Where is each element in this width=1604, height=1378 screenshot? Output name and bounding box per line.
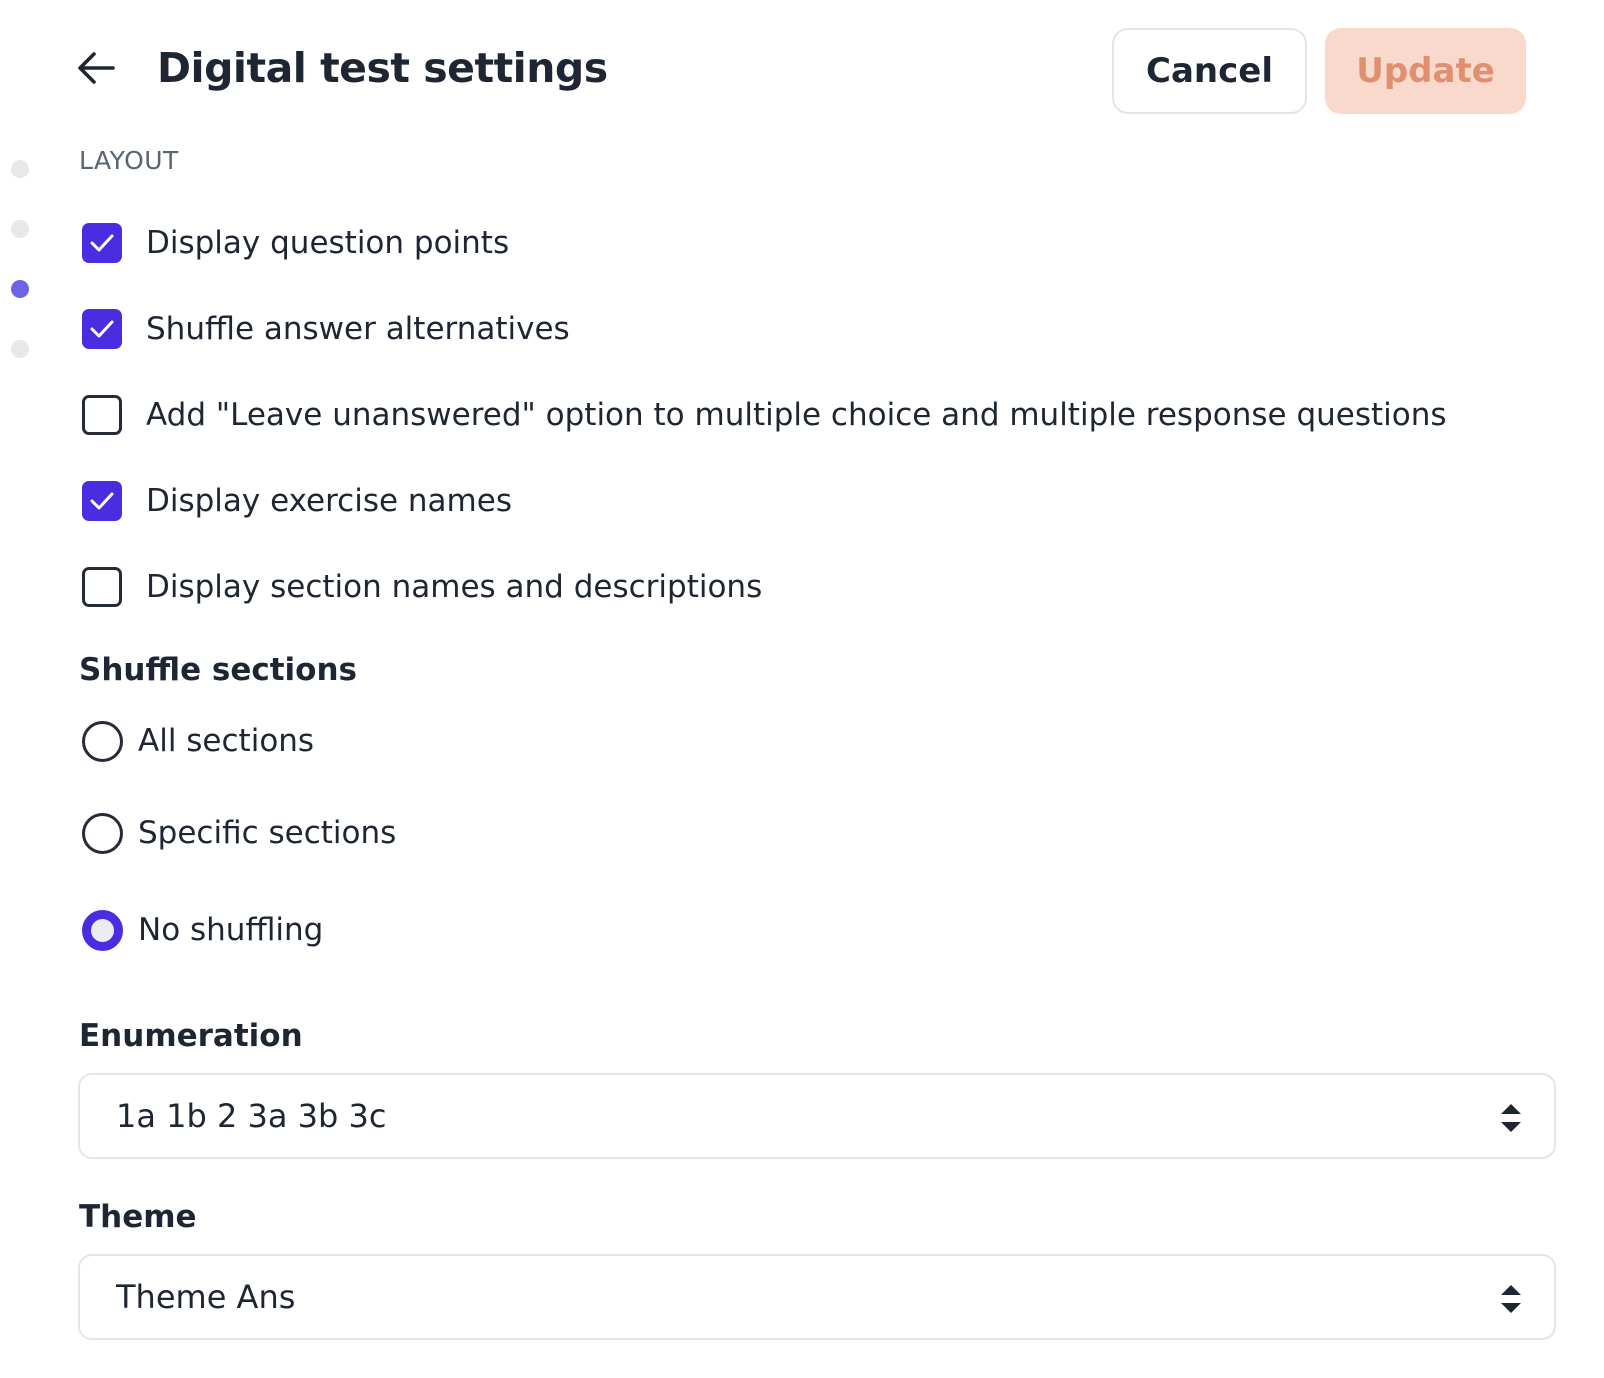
enumeration-select-value: 1a 1b 2 3a 3b 3c <box>116 1097 387 1135</box>
radio-no-shuffling[interactable] <box>82 909 123 951</box>
back-button[interactable] <box>74 46 118 90</box>
page-title: Digital test settings <box>157 44 608 92</box>
progress-dot-1[interactable] <box>11 160 29 178</box>
option-label: Display section names and descriptions <box>146 569 763 605</box>
option-leave-unanswered[interactable]: Add "Leave unanswered" option to multipl… <box>82 390 1447 440</box>
progress-dot-2[interactable] <box>11 220 29 238</box>
chevron-up-down-icon <box>1501 1285 1521 1313</box>
theme-heading: Theme <box>79 1199 197 1235</box>
radio-option-all-sections[interactable]: All sections <box>82 716 314 766</box>
option-display-question-points[interactable]: Display question points <box>82 218 509 268</box>
radio-label: All sections <box>138 723 315 759</box>
option-display-section-names[interactable]: Display section names and descriptions <box>82 562 762 612</box>
section-label-layout: LAYOUT <box>79 146 179 175</box>
radio-label: No shuffling <box>138 912 324 948</box>
shuffle-sections-heading: Shuffle sections <box>79 652 358 688</box>
radio-option-no-shuffling[interactable]: No shuffling <box>82 905 323 955</box>
enumeration-select[interactable]: 1a 1b 2 3a 3b 3c <box>78 1073 1556 1159</box>
theme-select[interactable]: Theme Ans <box>78 1254 1556 1340</box>
option-label: Shuffle answer alternatives <box>146 311 570 347</box>
checkbox-leave-unanswered[interactable] <box>82 395 122 435</box>
checkbox-display-section-names[interactable] <box>82 567 122 607</box>
radio-all-sections[interactable] <box>82 720 123 762</box>
option-label: Display exercise names <box>146 483 512 519</box>
theme-select-value: Theme Ans <box>116 1278 296 1316</box>
option-label: Add "Leave unanswered" option to multipl… <box>146 397 1447 433</box>
update-button[interactable]: Update <box>1325 28 1526 114</box>
checkbox-display-exercise-names[interactable] <box>82 481 122 521</box>
progress-dot-3-active[interactable] <box>11 280 29 298</box>
radio-specific-sections[interactable] <box>82 812 123 854</box>
radio-option-specific-sections[interactable]: Specific sections <box>82 808 396 858</box>
checkbox-shuffle-answer-alternatives[interactable] <box>82 309 122 349</box>
enumeration-heading: Enumeration <box>79 1018 303 1054</box>
checkmark-icon <box>90 492 114 510</box>
checkbox-display-question-points[interactable] <box>82 223 122 263</box>
chevron-up-down-icon <box>1501 1104 1521 1132</box>
arrow-left-icon <box>78 52 115 84</box>
option-display-exercise-names[interactable]: Display exercise names <box>82 476 512 526</box>
checkmark-icon <box>90 320 114 338</box>
progress-dot-4[interactable] <box>11 340 29 358</box>
checkmark-icon <box>90 234 114 252</box>
option-shuffle-answer-alternatives[interactable]: Shuffle answer alternatives <box>82 304 570 354</box>
option-label: Display question points <box>146 225 510 261</box>
radio-label: Specific sections <box>138 815 397 851</box>
cancel-button[interactable]: Cancel <box>1112 28 1307 114</box>
